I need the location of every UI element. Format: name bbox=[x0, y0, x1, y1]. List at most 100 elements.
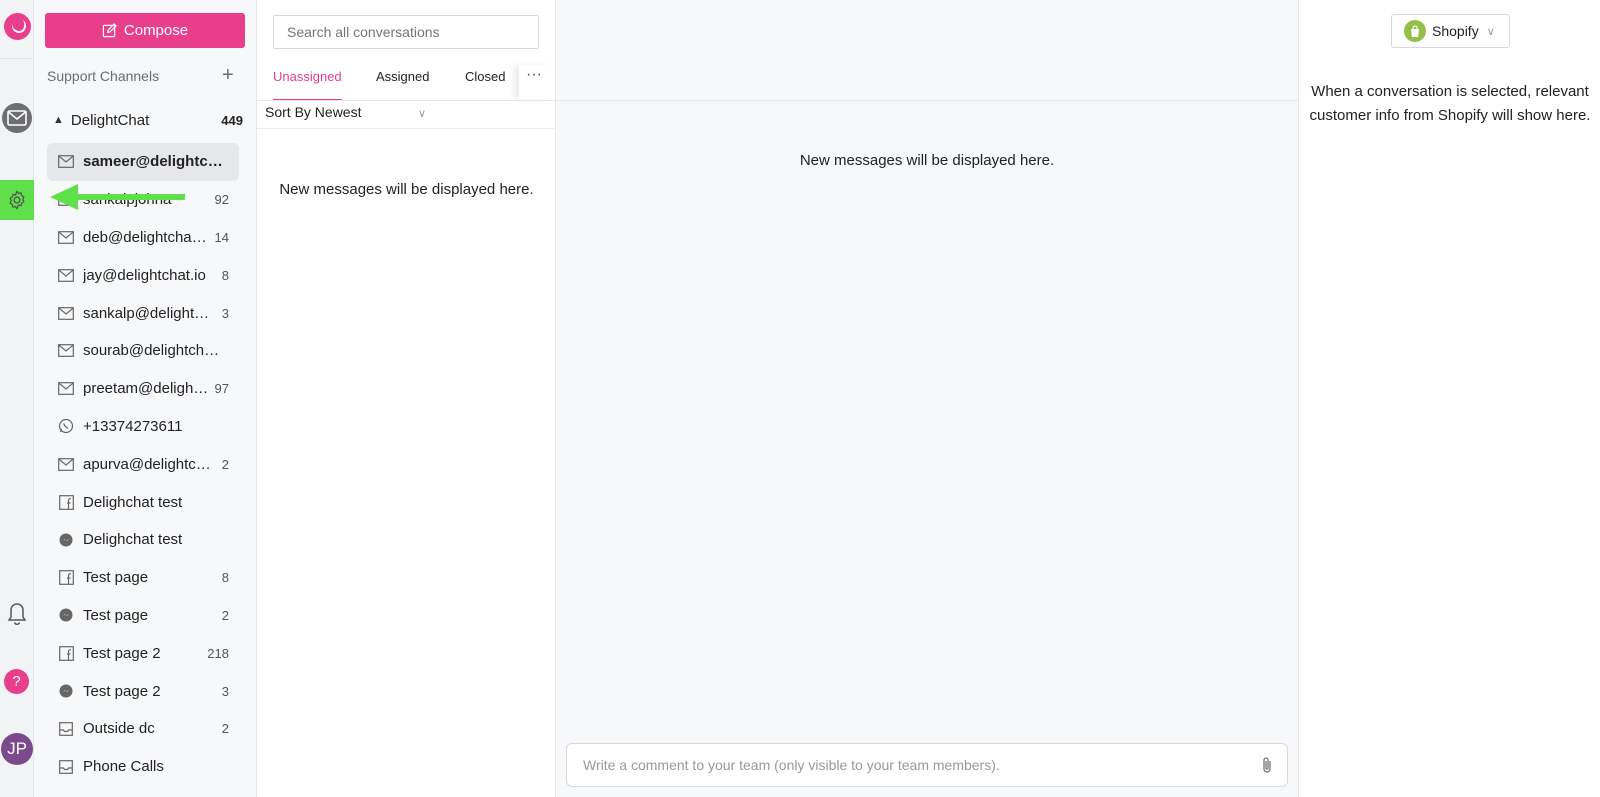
integration-select[interactable]: Shopify ∨ bbox=[1391, 14, 1510, 48]
channel-name: Test page bbox=[83, 569, 149, 587]
channel-name: Delighchat test bbox=[83, 493, 183, 511]
channel-name: preetam@delightchat.io bbox=[83, 380, 209, 398]
channel-count: 2 bbox=[221, 456, 229, 472]
help-button[interactable]: ? bbox=[4, 669, 29, 694]
sidebar-item-channel[interactable]: Phone Calls bbox=[47, 748, 239, 786]
channel-list: sameer@delightchat.iosankalpjohna92deb@d… bbox=[47, 143, 239, 786]
mail-icon bbox=[57, 153, 75, 171]
sidebar-item-channel[interactable]: Test page 8 bbox=[47, 559, 239, 597]
sidebar-item-channel[interactable]: deb@delightchat.io 14 bbox=[47, 219, 239, 257]
channel-name: Outside dc bbox=[83, 720, 155, 738]
channel-name: Test page 2 bbox=[83, 682, 161, 700]
sidebar-item-channel[interactable]: sourab@delightchat.io bbox=[47, 332, 239, 370]
shopify-icon bbox=[1404, 20, 1426, 42]
customer-info-placeholder: When a conversation is selected, relevan… bbox=[1309, 83, 1591, 124]
channel-name: sourab@delightchat.io bbox=[83, 342, 223, 360]
chevron-down-icon: ∨ bbox=[1486, 25, 1495, 38]
channel-count: 8 bbox=[221, 267, 229, 283]
group-count: 449 bbox=[221, 112, 243, 128]
conversation-list-panel: Unassigned Assigned Closed ··· Sort By N… bbox=[257, 0, 556, 797]
channel-name: Delighchat test bbox=[83, 531, 183, 549]
help-icon: ? bbox=[12, 673, 21, 690]
sidebar-item-channel[interactable]: sankalp@delightchat.io 3 bbox=[47, 294, 239, 332]
inbox-icon bbox=[57, 758, 75, 776]
mail-icon bbox=[7, 110, 27, 126]
messenger-icon bbox=[57, 531, 75, 549]
channel-count: 3 bbox=[221, 683, 229, 699]
tab-unassigned[interactable]: Unassigned bbox=[273, 69, 342, 101]
paperclip-icon[interactable] bbox=[1261, 756, 1273, 774]
chevron-down-icon: ∨ bbox=[418, 108, 427, 120]
channel-name: deb@delightchat.io bbox=[83, 228, 209, 246]
avatar-initials: JP bbox=[7, 739, 27, 758]
sidebar-item-channel[interactable]: sameer@delightchat.io bbox=[47, 143, 239, 181]
tab-assigned[interactable]: Assigned bbox=[376, 69, 429, 101]
channel-group-delightchat[interactable]: ▲ DelightChat 449 bbox=[53, 109, 243, 131]
sidebar-item-channel[interactable]: Test page 2 3 bbox=[47, 672, 239, 710]
mail-icon bbox=[57, 455, 75, 473]
compose-button[interactable]: Compose bbox=[45, 13, 245, 48]
support-channels-title: Support Channels bbox=[47, 68, 160, 84]
tab-closed[interactable]: Closed bbox=[465, 69, 505, 101]
comment-placeholder: Write a comment to your team (only visib… bbox=[583, 757, 1000, 773]
empty-conversations-message: New messages will be displayed here. bbox=[279, 181, 534, 198]
delightchat-logo-icon[interactable] bbox=[4, 13, 31, 40]
channel-count: 3 bbox=[221, 305, 229, 321]
facebook-icon bbox=[57, 644, 75, 662]
add-channel-button[interactable]: + bbox=[222, 65, 234, 85]
conversation-view: New messages will be displayed here. Wri… bbox=[556, 0, 1298, 797]
channel-name: Test page bbox=[83, 606, 149, 624]
mail-icon bbox=[57, 228, 75, 246]
sidebar-item-channel[interactable]: jay@delightchat.io 8 bbox=[47, 256, 239, 294]
edit-icon bbox=[102, 23, 117, 38]
user-avatar[interactable]: JP bbox=[1, 733, 33, 765]
channels-sidebar: Compose Support Channels + ▲ DelightChat… bbox=[34, 0, 257, 797]
divider bbox=[257, 100, 556, 101]
sort-label: Sort By Newest bbox=[265, 104, 362, 120]
sidebar-item-channel[interactable]: Delighchat test bbox=[47, 483, 239, 521]
channel-name: Test page 2 bbox=[83, 644, 161, 662]
sidebar-item-channel[interactable]: apurva@delightchat.io 2 bbox=[47, 445, 239, 483]
channel-count: 8 bbox=[221, 570, 229, 586]
notifications-button[interactable] bbox=[4, 600, 30, 628]
sidebar-item-channel[interactable]: Outside dc 2 bbox=[47, 710, 239, 748]
mail-icon bbox=[57, 304, 75, 322]
channel-name: jay@delightchat.io bbox=[83, 266, 206, 284]
messenger-icon bbox=[57, 606, 75, 624]
channel-count: 97 bbox=[214, 381, 229, 397]
sidebar-item-channel[interactable]: Test page 2 218 bbox=[47, 634, 239, 672]
channel-count: 92 bbox=[214, 192, 229, 208]
rail-divider bbox=[0, 58, 34, 59]
channel-name: apurva@delightchat.io bbox=[83, 455, 216, 473]
whatsapp-icon bbox=[57, 417, 75, 435]
facebook-icon bbox=[57, 569, 75, 587]
app-rail: ? JP bbox=[0, 0, 34, 797]
team-comment-input[interactable]: Write a comment to your team (only visib… bbox=[566, 743, 1288, 787]
divider bbox=[556, 100, 1298, 101]
customer-info-panel: Shopify ∨ When a conversation is selecte… bbox=[1298, 0, 1600, 797]
chevron-up-icon: ▲ bbox=[53, 114, 64, 126]
more-tabs-button[interactable]: ··· bbox=[518, 65, 549, 99]
sidebar-item-channel[interactable]: preetam@delightchat.io 97 bbox=[47, 370, 239, 408]
search-input[interactable] bbox=[273, 15, 539, 49]
channel-count: 14 bbox=[214, 229, 229, 245]
mail-icon bbox=[57, 266, 75, 284]
annotation-arrow-icon bbox=[50, 184, 185, 210]
sidebar-item-channel[interactable]: +13374273611 bbox=[47, 408, 239, 446]
settings-nav-button[interactable] bbox=[0, 180, 34, 220]
sidebar-item-channel[interactable]: Test page 2 bbox=[47, 597, 239, 635]
facebook-icon bbox=[57, 493, 75, 511]
mail-icon bbox=[57, 342, 75, 360]
channel-name: sameer@delightchat.io bbox=[83, 153, 223, 171]
sort-dropdown[interactable]: Sort By Newest ∨ bbox=[265, 104, 435, 120]
channel-name: Phone Calls bbox=[83, 758, 164, 776]
compose-label: Compose bbox=[123, 22, 189, 39]
channel-name: +13374273611 bbox=[83, 417, 183, 435]
mail-icon bbox=[57, 380, 75, 398]
bell-icon bbox=[7, 603, 27, 626]
inbox-nav-button[interactable] bbox=[2, 103, 32, 133]
channel-count: 2 bbox=[221, 721, 229, 737]
sidebar-item-channel[interactable]: Delighchat test bbox=[47, 521, 239, 559]
conversation-tabs: Unassigned Assigned Closed ··· bbox=[273, 65, 549, 101]
inbox-icon bbox=[57, 720, 75, 738]
